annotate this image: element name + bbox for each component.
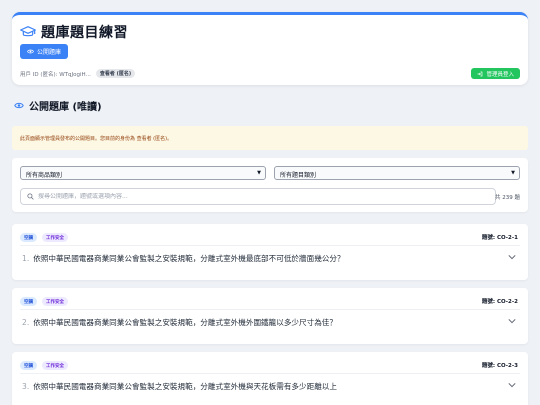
category-select[interactable]: 所有商品類別 ▼ — [20, 166, 266, 180]
search-icon — [27, 193, 34, 200]
search-input[interactable] — [38, 193, 478, 200]
category-tag: 工作安全 — [42, 233, 68, 242]
question-id: 題號: CO-2-1 — [481, 235, 518, 241]
question-card[interactable]: 空調 工作安全 題號: CO-2-3 3. 依照中華民國電器商業同業公會監製之安裝… — [12, 352, 528, 405]
graduation-cap-icon — [20, 26, 36, 37]
question-body: 依照中華民國電器商業同業公會監製之安裝規範，分離式室外機與天花板需有多少距離以上 — [33, 382, 337, 391]
header-card: 題庫題目練習 公開題庫 用戶 ID (匿名): WTqJogiH... 查看者 … — [12, 12, 528, 85]
app-title: 題庫題目練習 — [41, 25, 128, 41]
public-bank-button-label: 公開題庫 — [37, 50, 62, 56]
public-bank-button[interactable]: 公開題庫 — [20, 44, 69, 59]
chevron-down-icon[interactable] — [508, 318, 516, 324]
search-box — [20, 188, 496, 205]
notice-banner: 此頁面顯示管理員發布的公開題目。您目前的身份為 查看者 (匿名)。 — [12, 126, 528, 150]
question-text: 3. 依照中華民國電器商業同業公會監製之安裝規範，分離式室外機與天花板需有多少距離… — [22, 381, 502, 392]
chevron-down-icon[interactable] — [508, 254, 516, 260]
chevron-down-icon: ▼ — [511, 170, 515, 176]
tag-list: 空調 工作安全 — [20, 297, 68, 306]
admin-login-button[interactable]: 管理員登入 — [471, 68, 520, 79]
question-body: 依照中華民國電器商業同業公會監製之安裝規範，分離式室外機外圍鐵籠以多少尺寸為佳？ — [33, 318, 337, 327]
role-badge: 查看者 (匿名) — [95, 69, 136, 78]
section-title: 公開題庫 (唯讀) — [29, 102, 102, 113]
tag-list: 空調 工作安全 — [20, 361, 68, 370]
login-icon — [477, 71, 483, 76]
divider — [20, 245, 520, 246]
question-body: 依照中華民國電器商業同業公會監製之安裝規範，分離式室外機最底部不可低於牆面幾公分… — [33, 254, 345, 263]
type-select[interactable]: 所有題目類別 ▼ — [274, 166, 520, 180]
category-tag: 工作安全 — [42, 361, 68, 370]
question-id: 題號: CO-2-3 — [481, 363, 518, 369]
app-title-row: 題庫題目練習 — [20, 22, 520, 42]
category-tag: 工作安全 — [42, 297, 68, 306]
question-number: 1. — [22, 254, 30, 263]
tag-list: 空調 工作安全 — [20, 233, 68, 242]
question-number: 3. — [22, 382, 30, 391]
product-tag: 空調 — [20, 297, 37, 306]
section-title-row: 公開題庫 (唯讀) — [14, 98, 102, 113]
user-row: 用戶 ID (匿名): WTqJogiH... 查看者 (匿名) 管理員登入 — [20, 68, 520, 79]
filter-card: 所有商品類別 ▼ 所有題目類別 ▼ 共 239 題 — [12, 158, 528, 212]
user-info: 用戶 ID (匿名): WTqJogiH... 查看者 (匿名) — [20, 69, 136, 78]
chevron-down-icon[interactable] — [508, 382, 516, 388]
product-tag: 空調 — [20, 233, 37, 242]
question-text: 1. 依照中華民國電器商業同業公會監製之安裝規範，分離式室外機最底部不可低於牆面幾… — [22, 253, 502, 264]
eye-icon — [27, 49, 34, 54]
question-id: 題號: CO-2-2 — [481, 299, 518, 305]
chevron-down-icon: ▼ — [257, 170, 261, 176]
admin-login-label: 管理員登入 — [486, 71, 514, 78]
eye-icon — [14, 102, 24, 109]
question-count: 共 239 題 — [495, 195, 520, 201]
product-tag: 空調 — [20, 361, 37, 370]
user-id: 用戶 ID (匿名): WTqJogiH... — [20, 71, 91, 78]
divider — [20, 373, 520, 374]
question-card[interactable]: 空調 工作安全 題號: CO-2-1 1. 依照中華民國電器商業同業公會監製之安裝… — [12, 224, 528, 280]
question-number: 2. — [22, 318, 30, 327]
divider — [20, 309, 520, 310]
type-select-value: 所有題目類別 — [280, 172, 317, 179]
question-text: 2. 依照中華民國電器商業同業公會監製之安裝規範，分離式室外機外圍鐵籠以多少尺寸為… — [22, 317, 502, 328]
category-select-value: 所有商品類別 — [26, 172, 63, 179]
question-card[interactable]: 空調 工作安全 題號: CO-2-2 2. 依照中華民國電器商業同業公會監製之安裝… — [12, 288, 528, 344]
